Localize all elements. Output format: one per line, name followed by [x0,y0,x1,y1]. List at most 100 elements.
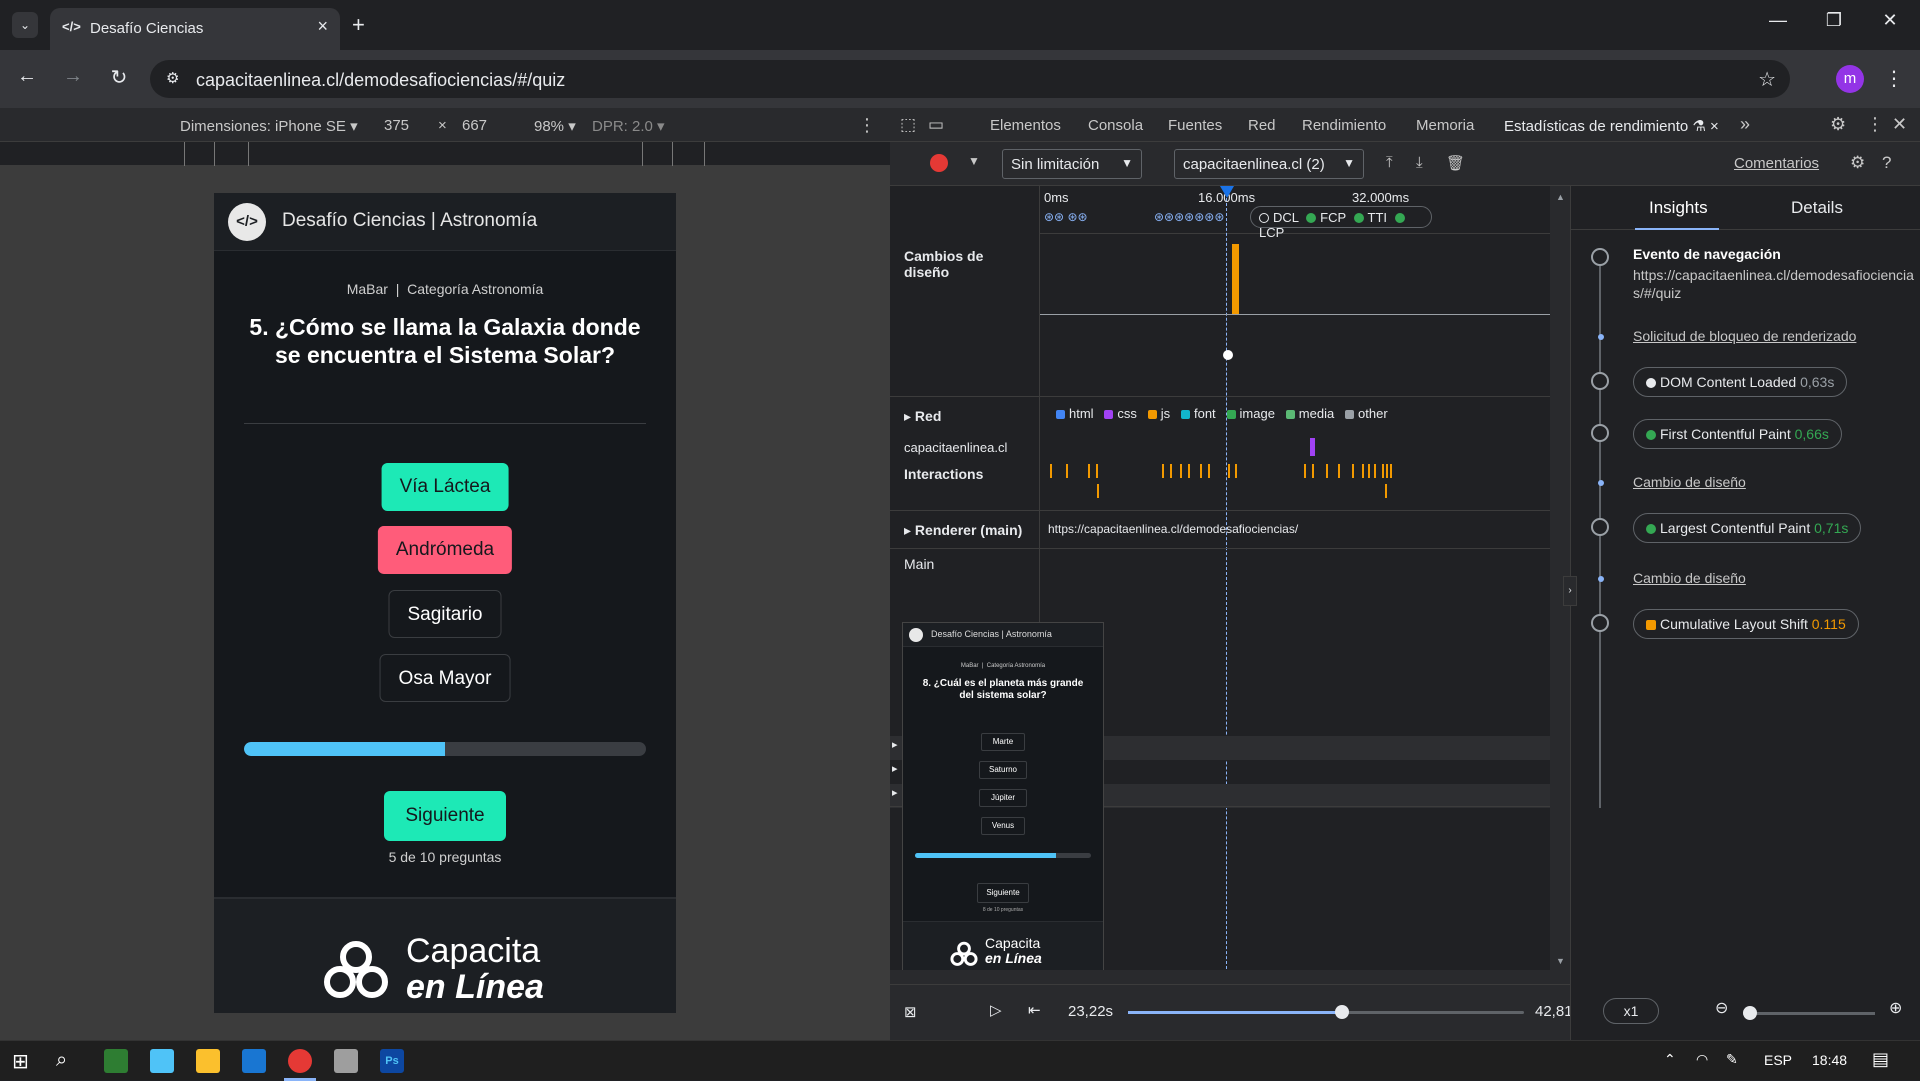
network-request-bar[interactable] [1310,438,1315,456]
cls-chip[interactable]: Cumulative Layout Shift 0.115 [1633,609,1859,639]
download-icon[interactable]: ⤓ [1416,154,1423,171]
record-options-icon[interactable]: ▼ [968,154,980,168]
tab-details[interactable]: Details [1791,198,1843,218]
code-logo-icon: </> [228,203,266,241]
bookmark-star-icon[interactable]: ☆ [1758,67,1776,92]
tab-sources[interactable]: Fuentes [1168,117,1222,134]
devtools-close-icon[interactable]: ✕ [1892,114,1907,135]
active-tab-indicator [1635,228,1719,230]
pen-icon[interactable]: ✎ [1726,1051,1738,1068]
playback-speed-button[interactable]: x1 [1603,998,1659,1024]
upload-icon[interactable]: ⤒ [1386,154,1393,171]
render-block-link[interactable]: Solicitud de bloqueo de renderizado [1633,328,1856,344]
tab-insights[interactable]: Insights [1649,198,1708,218]
panel-settings-icon[interactable]: ⚙ [1850,153,1865,173]
search-icon[interactable]: ⌕ [56,1049,67,1072]
skip-start-icon[interactable]: ⇤ [1028,1001,1041,1019]
expand-icon[interactable]: ▸ [892,762,898,775]
trash-icon[interactable]: 🗑 [1446,154,1465,172]
device-toggle-icon[interactable]: ▭ [928,115,944,135]
wifi-icon[interactable]: ◠ [1696,1051,1708,1068]
tab-elements[interactable]: Elementos [990,117,1061,134]
more-tabs-icon[interactable]: » [1740,114,1750,135]
answer-option-2[interactable]: Andrómeda [377,526,513,574]
scrubber-handle[interactable] [1334,1005,1349,1019]
window-close-icon[interactable]: ✕ [1870,10,1910,31]
address-bar[interactable]: ⚙ capacitaenlinea.cl/demodesafiociencias… [150,60,1790,98]
devtools-menu-icon[interactable]: ⋮ [1866,114,1884,135]
url-text[interactable]: capacitaenlinea.cl/demodesafiociencias/#… [196,70,565,91]
zoom-slider-handle[interactable] [1743,1006,1757,1020]
windows-start-icon[interactable]: ⊞ [12,1049,29,1074]
media-player-icon[interactable] [334,1049,358,1073]
answer-option-1[interactable]: Vía Láctea [381,463,509,511]
layout-shift-bar[interactable] [1232,244,1239,314]
zoom-select[interactable]: 98% ▾ [534,117,576,135]
layout-shift-link-2[interactable]: Cambio de diseño [1633,570,1746,586]
tab-console[interactable]: Consola [1088,117,1143,134]
device-select[interactable]: Dimensiones: iPhone SE ▾ [180,117,358,135]
zoom-in-icon[interactable]: ⊕ [1889,998,1902,1018]
screenshot-toggle-icon[interactable]: ⊠ [904,1003,917,1021]
tab-memory[interactable]: Memoria [1416,117,1474,134]
recording-select[interactable]: capacitaenlinea.cl (2) ▼ [1174,149,1364,179]
dpr-select[interactable]: DPR: 2.0 ▾ [592,117,665,135]
settings-gear-icon[interactable]: ⚙ [1830,114,1846,135]
track-network[interactable]: ▸ Red [904,408,941,425]
tab-network[interactable]: Red [1248,117,1276,134]
help-icon[interactable]: ? [1882,153,1891,173]
expand-icon[interactable]: ▸ [892,738,898,751]
new-tab-button[interactable]: + [352,12,365,38]
layout-shift-link-1[interactable]: Cambio de diseño [1633,474,1746,490]
record-button[interactable] [930,154,948,172]
file-explorer-icon[interactable] [196,1049,220,1073]
notifications-icon[interactable]: ▤ [1872,1049,1889,1070]
language-indicator[interactable]: ESP [1764,1052,1792,1068]
minimize-icon[interactable]: — [1758,10,1798,31]
restore-icon[interactable]: ❐ [1814,10,1854,31]
horizontal-scrollbar[interactable] [890,970,1550,984]
device-width-input[interactable]: 375 [384,117,409,134]
calculator-icon[interactable] [104,1049,128,1073]
chrome-icon[interactable] [288,1049,312,1073]
inspect-element-icon[interactable]: ⬚ [900,115,916,135]
vscode-icon[interactable] [242,1049,266,1073]
nav-event-url: https://capacitaenlinea.cl/demodesafioci… [1633,267,1914,301]
expand-icon[interactable]: ▸ [892,786,898,799]
time-ruler: 0ms 16.000ms 32.000ms ⊛⊛ ⊛⊛ ⊛⊛⊛⊛⊛⊛⊛ DCL … [1040,186,1550,240]
back-icon[interactable]: ← [12,65,42,88]
forward-icon[interactable]: → [58,65,88,88]
collapse-sidebar-icon[interactable]: › [1563,576,1577,606]
close-icon[interactable]: × [317,16,328,37]
scrubber-track[interactable] [1128,1005,1524,1019]
site-info-icon[interactable]: ⚙ [166,69,179,87]
answer-option-3[interactable]: Sagitario [388,590,502,638]
throttling-select[interactable]: Sin limitación ▼ [1002,149,1142,179]
menu-kebab-icon[interactable]: ⋮ [1884,66,1904,91]
zoom-slider[interactable] [1743,1006,1875,1020]
device-height-input[interactable]: 667 [462,117,487,134]
tab-performance-insights[interactable]: Estadísticas de rendimiento ⚗ × [1504,117,1719,135]
brand-line-2: en Línea [406,968,544,1006]
reload-icon[interactable]: ↻ [104,65,134,90]
photoshop-icon[interactable]: Ps [380,1049,404,1073]
play-icon[interactable]: ▷ [990,1001,1002,1019]
feedback-link[interactable]: Comentarios [1734,155,1819,172]
tab-performance[interactable]: Rendimiento [1302,117,1386,134]
tab-search-button[interactable]: ⌄ [12,12,38,38]
device-menu-icon[interactable]: ⋮ [858,115,876,136]
browser-tab[interactable]: </> Desafío Ciencias × [50,8,340,50]
answer-option-4[interactable]: Osa Mayor [379,654,511,702]
dcl-chip[interactable]: DOM Content Loaded 0,63s [1633,367,1848,397]
layout-shift-dot[interactable] [1223,350,1233,360]
preview-answer-1: Marte [981,733,1025,751]
fcp-chip[interactable]: First Contentful Paint 0,66s [1633,419,1842,449]
profile-avatar[interactable]: m [1836,65,1864,93]
clock[interactable]: 18:48 [1812,1052,1847,1068]
zoom-out-icon[interactable]: ⊖ [1715,998,1728,1018]
next-button[interactable]: Siguiente [384,791,506,841]
notes-icon[interactable] [150,1049,174,1073]
tray-chevron-icon[interactable]: ⌃ [1664,1051,1676,1068]
lcp-chip[interactable]: Largest Contentful Paint 0,71s [1633,513,1862,543]
track-renderer[interactable]: ▸ Renderer (main) [904,522,1022,539]
